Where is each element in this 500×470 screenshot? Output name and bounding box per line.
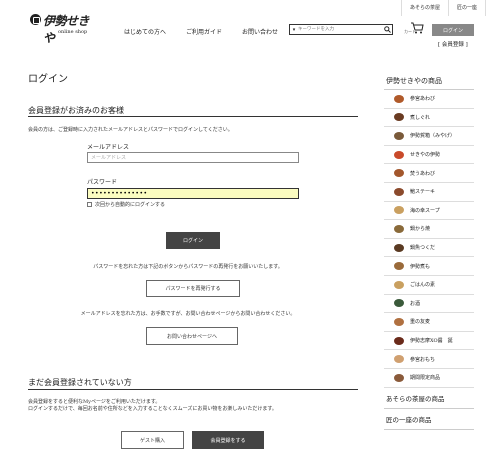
sidebar-item-label: 重の友麦	[410, 319, 431, 326]
sidebar-item-label: 参宮おもち	[410, 356, 436, 363]
product-thumbnail-icon	[394, 206, 404, 215]
sidebar-item[interactable]: 鮑ステーキ	[384, 183, 474, 202]
forgot-email-text: メールアドレスを忘れた方は、お手数ですが、お問い合わせページからお問い合わせくだ…	[80, 311, 296, 317]
sidebar-footer-asora[interactable]: あそらの茶屋の商品	[384, 388, 474, 409]
product-thumbnail-icon	[394, 373, 404, 382]
sidebar-item[interactable]: 参宮おもち	[384, 350, 474, 369]
sidebar-item-label: 鍋魚つくだ	[410, 245, 436, 252]
sidebar-item[interactable]: お酒	[384, 295, 474, 314]
nav-contact[interactable]: お問い合わせ	[242, 27, 278, 36]
product-thumbnail-icon	[394, 150, 404, 159]
header-register-link[interactable]: [ 会員登録 ]	[438, 40, 468, 48]
sidebar-item[interactable]: 焚うあわび	[384, 164, 474, 183]
guest-description-1: 会員登録をすると便利なMyページをご利用いただけます。	[28, 399, 161, 405]
email-label: メールアドレス	[87, 144, 130, 151]
contact-page-button[interactable]: お問い合わせページへ	[146, 327, 238, 345]
sidebar-item[interactable]: 重の友麦	[384, 313, 474, 332]
product-thumbnail-icon	[394, 131, 404, 140]
sidebar-item-label: 海の幸スープ	[410, 207, 440, 214]
email-field[interactable]: メールアドレス	[87, 152, 299, 163]
guest-divider	[28, 389, 358, 390]
sidebar-list: 参宮あわび煮しぐれ伊勢賀箱（みやげ） せきやの伊勢 焚うあわび鮑ステーキ海の幸スープ…	[384, 90, 474, 388]
search-dropdown[interactable]: ▾	[290, 27, 298, 33]
sidebar-item-label: 伊勢賀箱（みやげ）	[410, 133, 456, 140]
product-thumbnail-icon	[394, 336, 404, 345]
sidebar-item-label: 煮しぐれ	[410, 114, 431, 121]
register-button[interactable]: 会員登録をする	[192, 431, 264, 449]
product-thumbnail-icon	[394, 94, 404, 103]
sidebar-item[interactable]: 伊勢志摩XO醤 誕	[384, 332, 474, 351]
search-bar: ▾	[289, 24, 393, 35]
sidebar-item[interactable]: 海の幸スープ	[384, 202, 474, 221]
search-input[interactable]	[298, 25, 382, 34]
sidebar-item-label: 参宮あわび	[410, 96, 436, 103]
sidebar-item-label: 焚うあわび	[410, 170, 436, 177]
product-thumbnail-icon	[394, 243, 404, 252]
sidebar-item[interactable]: 期間限定商品	[384, 369, 474, 388]
product-thumbnail-icon	[394, 262, 404, 271]
sidebar-item[interactable]: 伊勢煮も	[384, 257, 474, 276]
search-icon[interactable]	[382, 25, 392, 34]
nav-guide[interactable]: ご利用ガイド	[186, 27, 222, 36]
sidebar-item[interactable]: 煮しぐれ	[384, 109, 474, 128]
page-title: ログイン	[28, 74, 68, 85]
cart-label: カート	[404, 29, 416, 34]
sidebar-item[interactable]: ごはんの素	[384, 276, 474, 295]
product-thumbnail-icon	[394, 355, 404, 364]
sidebar: 伊勢せきやの商品 参宮あわび煮しぐれ伊勢賀箱（みやげ） せきやの伊勢 焚うあわび鮑ス…	[384, 72, 474, 430]
product-thumbnail-icon	[394, 299, 404, 308]
sidebar-item[interactable]: 伊勢賀箱（みやげ）	[384, 127, 474, 146]
member-description: 会員の方は、ご登録時に入力されたメールアドレスとパスワードでログインしてください…	[28, 127, 233, 133]
sidebar-item-label: 伊勢志摩XO醤 誕	[410, 338, 453, 345]
logo-mark-icon	[30, 14, 41, 25]
cart-button[interactable]: カート	[404, 22, 424, 36]
password-label: パスワード	[87, 179, 118, 186]
sidebar-item-label: ごはんの素	[410, 282, 436, 289]
sidebar-item[interactable]: せきやの伊勢	[384, 146, 474, 165]
sidebar-item-label: 鍋から焼	[410, 226, 431, 233]
remember-row: 次回から自動的にログインする	[87, 201, 165, 208]
guest-description-2: ログインするだけで、毎回お名前や住所などを入力することなくスムーズにお買い物をお…	[28, 406, 277, 412]
member-divider	[28, 116, 358, 117]
member-heading: 会員登録がお済みのお客様	[28, 106, 124, 115]
product-thumbnail-icon	[394, 224, 404, 233]
password-field[interactable]: ••••••••••••••	[87, 188, 299, 199]
product-thumbnail-icon	[394, 317, 404, 326]
header-login-button[interactable]: ログイン	[432, 24, 474, 36]
sidebar-item-label: 鮑ステーキ	[410, 189, 436, 196]
top-link-takumi[interactable]: 匠の一座	[447, 0, 486, 16]
product-thumbnail-icon	[394, 113, 404, 122]
sidebar-item-label: 伊勢煮も	[410, 263, 431, 270]
reissue-password-button[interactable]: パスワードを再発行する	[146, 280, 240, 297]
forgot-password-text: パスワードを忘れた方は下記のボタンからパスワードの再発行をお願いいたします。	[93, 264, 283, 270]
product-thumbnail-icon	[394, 280, 404, 289]
sidebar-heading: 伊勢せきやの商品	[384, 72, 474, 90]
nav-first-time[interactable]: はじめての方へ	[124, 27, 166, 36]
remember-label: 次回から自動的にログインする	[95, 202, 166, 208]
logo-subtitle: online shop	[58, 29, 88, 35]
top-links: あそらの茶屋 匠の一座	[400, 0, 486, 16]
sidebar-item[interactable]: 鍋魚つくだ	[384, 239, 474, 258]
sidebar-item-label: せきやの伊勢	[410, 152, 441, 159]
sidebar-item-label: お酒	[410, 300, 421, 307]
sidebar-item[interactable]: 鍋から焼	[384, 220, 474, 239]
top-link-asora[interactable]: あそらの茶屋	[400, 0, 448, 16]
guest-heading: まだ会員登録されていない方	[28, 378, 132, 387]
product-thumbnail-icon	[394, 187, 404, 196]
product-thumbnail-icon	[394, 169, 404, 178]
remember-checkbox[interactable]	[87, 202, 92, 207]
sidebar-item[interactable]: 参宮あわび	[384, 90, 474, 109]
guest-purchase-button[interactable]: ゲスト購入	[121, 431, 184, 449]
sidebar-footer-takumi[interactable]: 匠の一座の商品	[384, 409, 474, 430]
main-nav: はじめての方へ ご利用ガイド お問い合わせ	[124, 27, 278, 36]
sidebar-item-label: 期間限定商品	[410, 375, 441, 382]
site-logo[interactable]: 伊勢せきや online shop	[30, 13, 96, 45]
login-button[interactable]: ログイン	[166, 232, 220, 249]
